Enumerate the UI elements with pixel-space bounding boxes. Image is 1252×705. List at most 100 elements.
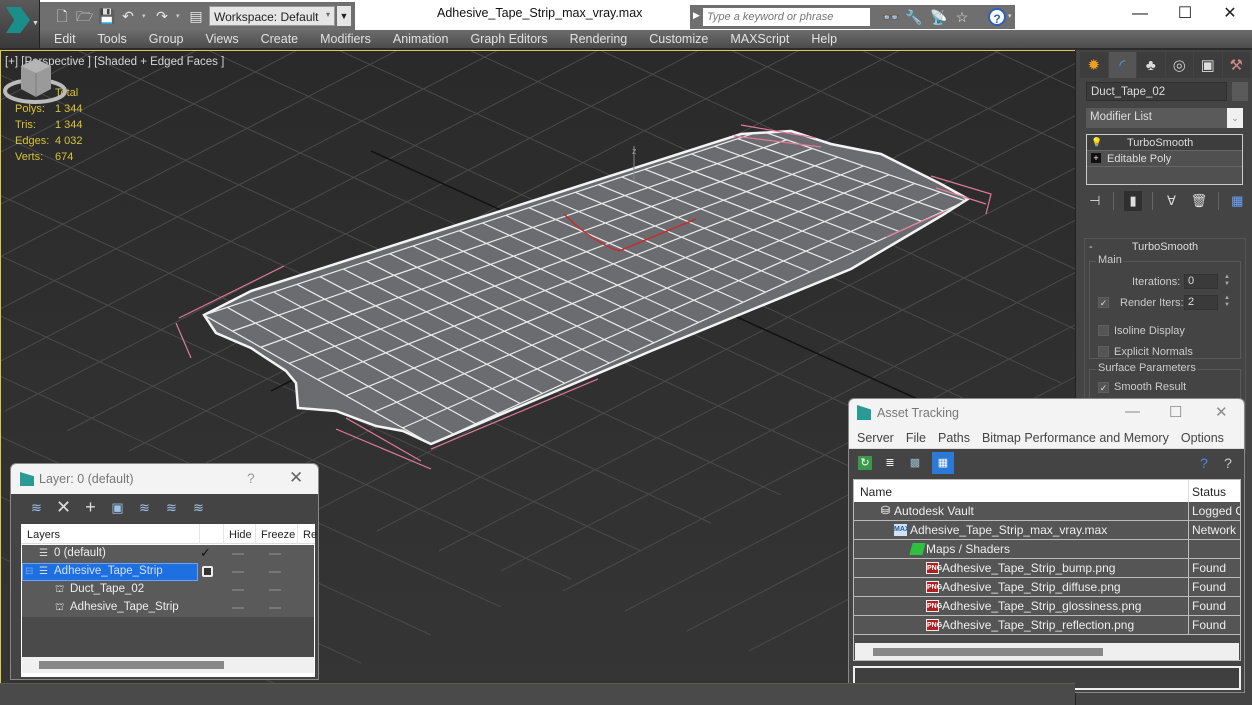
smooth-result-checkbox[interactable]: ✓	[1098, 382, 1109, 393]
column-header-freeze[interactable]: Freeze	[261, 529, 295, 541]
show-end-result-icon[interactable]: ▮	[1124, 191, 1142, 211]
hide-toggle[interactable]	[232, 553, 244, 555]
list-view-icon[interactable]: ≣	[883, 456, 897, 470]
create-tab-icon[interactable]: ✹	[1080, 52, 1108, 78]
customize-qat-icon[interactable]: ▼	[337, 6, 351, 26]
menu-group[interactable]: Group	[138, 30, 195, 48]
help-button[interactable]: ?	[247, 470, 255, 486]
freeze-toggle[interactable]	[269, 571, 281, 573]
project-folder-icon[interactable]: ▤	[188, 8, 204, 24]
asset-row[interactable]: PNG Adhesive_Tape_Strip_diffuse.png Foun…	[854, 578, 1240, 597]
undo-dropdown-icon[interactable]: ▾	[142, 12, 148, 20]
isoline-display-checkbox[interactable]	[1098, 325, 1109, 336]
stack-item-editable-poly[interactable]: + Editable Poly	[1087, 151, 1242, 167]
help-dropdown-icon[interactable]: ▾	[1008, 12, 1012, 20]
expand-arrow-icon[interactable]: ▶	[693, 10, 700, 21]
add-to-layer-icon[interactable]: +	[82, 498, 99, 516]
refresh-icon[interactable]: ↻	[858, 456, 872, 470]
menu-maxscript[interactable]: MAXScript	[719, 30, 800, 48]
pin-stack-icon[interactable]: ⊣	[1086, 191, 1103, 211]
close-button[interactable]: ✕	[1215, 403, 1228, 421]
context-help-icon[interactable]: ?	[1221, 456, 1235, 470]
dialog-titlebar[interactable]: Layer: 0 (default) ? ✕	[11, 464, 318, 494]
layer-row[interactable]: ⛫ Adhesive_Tape_Strip	[22, 599, 314, 617]
current-layer-check-icon[interactable]: ✓	[200, 545, 211, 561]
app-menu-button[interactable]: ▼	[0, 0, 40, 48]
menu-options[interactable]: Options	[1181, 431, 1224, 445]
viewcube[interactable]	[1, 51, 71, 111]
horizontal-scrollbar[interactable]	[855, 643, 1239, 660]
menu-server[interactable]: Server	[857, 431, 894, 445]
minimize-button[interactable]: —	[1125, 403, 1140, 420]
menu-help[interactable]: Help	[800, 30, 848, 48]
close-button[interactable]: ✕	[1207, 2, 1252, 26]
menu-edit[interactable]: Edit	[43, 30, 87, 48]
maximize-button[interactable]: ☐	[1162, 2, 1208, 26]
menu-graph-editors[interactable]: Graph Editors	[459, 30, 558, 48]
freeze-toggle[interactable]	[269, 589, 281, 591]
stack-item-turbosmooth[interactable]: 💡 TurboSmooth	[1087, 135, 1242, 151]
menu-views[interactable]: Views	[194, 30, 249, 48]
menu-modifiers[interactable]: Modifiers	[309, 30, 382, 48]
close-button[interactable]: ✕	[289, 468, 303, 488]
hide-toggle[interactable]	[232, 607, 244, 609]
lightbulb-icon[interactable]: 💡	[1091, 137, 1102, 147]
hierarchy-tab-icon[interactable]: ♣	[1137, 52, 1165, 78]
help-icon[interactable]: ?	[988, 8, 1006, 26]
menu-file[interactable]: File	[906, 431, 926, 445]
maximize-button[interactable]: ☐	[1169, 403, 1182, 421]
menu-customize[interactable]: Customize	[638, 30, 719, 48]
collapse-icon[interactable]: -	[1089, 239, 1093, 255]
select-objects-icon[interactable]: ▣	[109, 499, 126, 516]
make-unique-icon[interactable]: ∀	[1163, 191, 1180, 211]
wrench-icon[interactable]: 🔧	[905, 8, 923, 26]
select-layer-icon[interactable]: ≋	[136, 499, 153, 516]
freeze-toggle[interactable]	[269, 553, 281, 555]
asset-row[interactable]: ⛁ Autodesk Vault Logged Out	[854, 502, 1240, 521]
utilities-tab-icon[interactable]: ⚒	[1222, 52, 1250, 78]
open-folder-icon[interactable]: 🗁	[76, 8, 93, 24]
redo-icon[interactable]: ↷	[154, 8, 170, 24]
column-header-name[interactable]: Name	[860, 485, 892, 499]
freeze-toggle[interactable]	[269, 607, 281, 609]
scrollbar-thumb[interactable]	[873, 648, 1103, 656]
menu-rendering[interactable]: Rendering	[559, 30, 639, 48]
menu-bitmap-performance[interactable]: Bitmap Performance and Memory	[982, 431, 1169, 445]
asset-row[interactable]: PNG Adhesive_Tape_Strip_glossiness.png F…	[854, 597, 1240, 616]
object-name-field[interactable]: Duct_Tape_02	[1086, 82, 1227, 101]
remove-modifier-icon[interactable]: 🗑	[1190, 191, 1208, 211]
binoculars-icon[interactable]: 👓	[882, 8, 900, 26]
menu-create[interactable]: Create	[250, 30, 310, 48]
redo-dropdown-icon[interactable]: ▾	[176, 12, 182, 20]
thumbnail-view-icon[interactable]: ▩	[908, 456, 922, 470]
explicit-normals-checkbox[interactable]	[1098, 346, 1109, 357]
asset-row[interactable]: PNG Adhesive_Tape_Strip_bump.png Found	[854, 559, 1240, 578]
menu-tools[interactable]: Tools	[87, 30, 138, 48]
layer-row[interactable]: ⛫ Duct_Tape_02	[22, 581, 314, 599]
column-header-status[interactable]: Status	[1192, 485, 1226, 499]
scrollbar-thumb[interactable]	[39, 661, 224, 669]
object-color-swatch[interactable]	[1232, 82, 1248, 101]
star-icon[interactable]: ☆	[953, 8, 971, 26]
satellite-icon[interactable]: 📡	[930, 8, 948, 26]
layer-settings-icon[interactable]: ≋	[190, 499, 207, 516]
column-header-render[interactable]: Re	[303, 529, 317, 541]
render-iters-checkbox[interactable]: ✓	[1098, 297, 1109, 308]
spinner-arrows-icon[interactable]: ▲ ▼	[1222, 295, 1232, 310]
layer-row[interactable]: ☰ 0 (default) ✓	[22, 545, 314, 563]
menu-paths[interactable]: Paths	[938, 431, 970, 445]
new-file-icon[interactable]: 🗋	[54, 8, 70, 24]
layer-row[interactable]: ⊟ ☰ Adhesive_Tape_Strip	[22, 563, 314, 581]
iterations-spinner[interactable]: 0	[1184, 274, 1218, 289]
minimize-button[interactable]: —	[1117, 2, 1163, 26]
expand-plus-icon[interactable]: +	[1091, 153, 1101, 163]
table-view-icon[interactable]: ▦	[932, 452, 954, 474]
render-iters-spinner[interactable]: 2	[1184, 295, 1218, 310]
horizontal-scrollbar[interactable]	[22, 657, 314, 673]
display-tab-icon[interactable]: ▣	[1194, 52, 1222, 78]
modifier-list-dropdown[interactable]: Modifier List ⌄	[1086, 108, 1243, 128]
search-input[interactable]	[703, 8, 870, 26]
delete-layer-icon[interactable]: ✕	[55, 498, 72, 516]
undo-icon[interactable]: ↶	[120, 8, 136, 24]
modify-tab-icon[interactable]: ◜	[1108, 52, 1136, 78]
